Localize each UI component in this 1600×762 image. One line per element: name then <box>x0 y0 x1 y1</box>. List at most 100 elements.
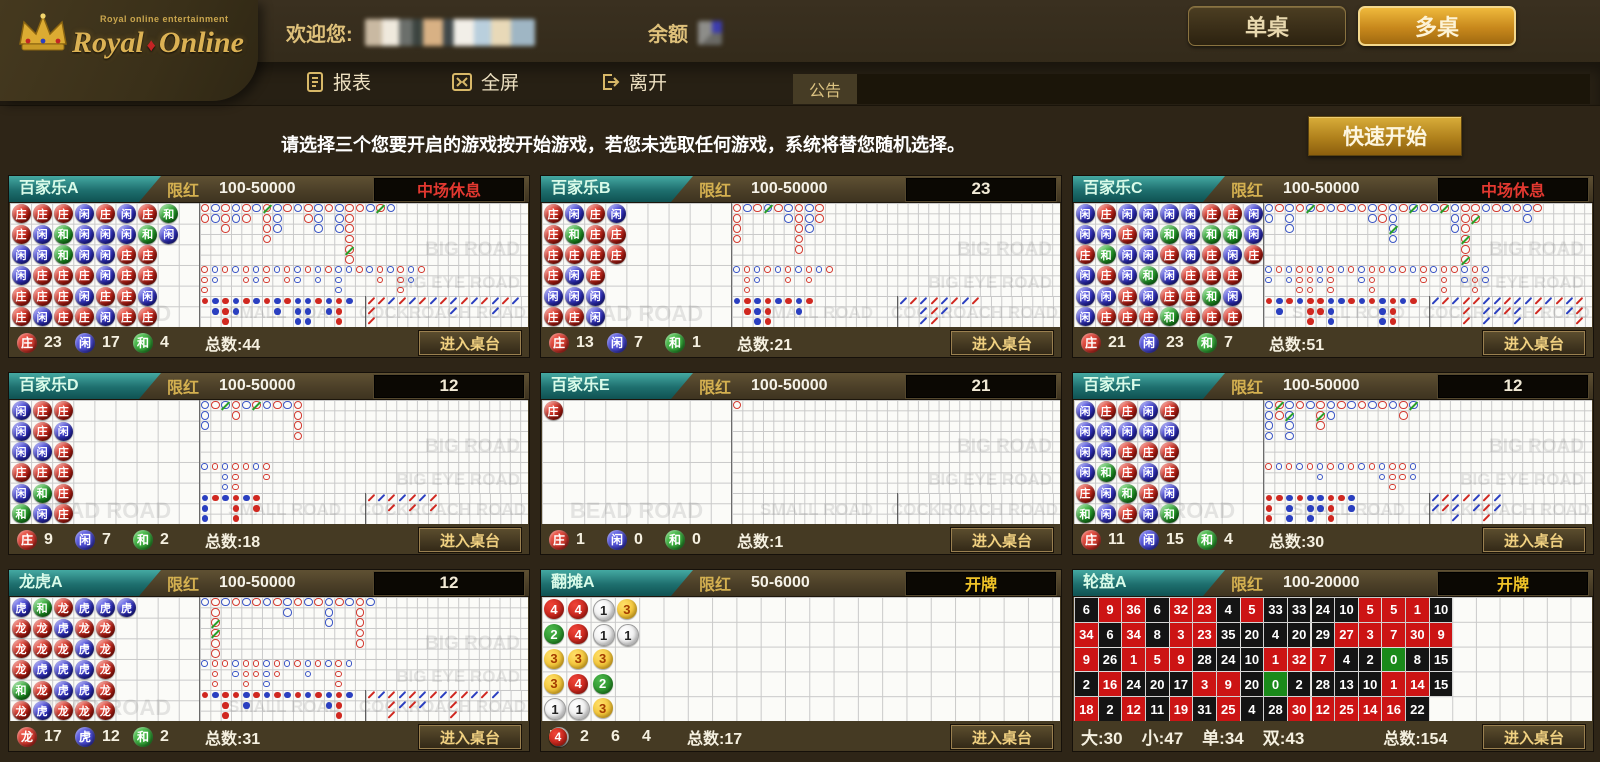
table-header: 百家乐B限红100-5000023 <box>541 176 1061 203</box>
menu-report[interactable]: 报表 <box>305 68 371 95</box>
big-road-mark <box>1275 411 1284 420</box>
big-eye-mark <box>1461 266 1468 273</box>
fantan-bead: 3 <box>593 698 613 718</box>
bead-b: 庄 <box>1202 307 1221 326</box>
big-road-mark <box>325 618 334 627</box>
cockroach-road-mark <box>419 691 426 698</box>
balance-label: 余额 <box>648 18 688 47</box>
bead-b: 庄 <box>12 287 31 306</box>
stat-count: 7 <box>1224 334 1248 352</box>
big-road-mark <box>1285 421 1294 430</box>
small-road-mark <box>1317 298 1323 304</box>
bead-p: 闲 <box>96 245 115 264</box>
big-eye-mark <box>263 277 270 284</box>
big-road-mark <box>211 598 220 607</box>
bead-b: 庄 <box>1181 307 1200 326</box>
table-card-baccarat-f[interactable]: 百家乐F限红100-5000012BEAD ROAD闲庄庄闲庄闲闲闲闲闲闲闲庄庄… <box>1072 372 1594 555</box>
stat-count: 15 <box>1166 531 1190 549</box>
enter-table-button[interactable]: 进入桌台 <box>419 331 521 355</box>
enter-table-button[interactable]: 进入桌台 <box>1483 725 1585 749</box>
roulette-number: 3 <box>1193 672 1216 696</box>
small-road-mark <box>1410 298 1416 304</box>
bead-p: 闲 <box>96 225 115 244</box>
big-eye-mark <box>1369 463 1376 470</box>
big-road-mark <box>242 204 251 213</box>
quick-start-button[interactable]: 快速开始 <box>1308 116 1462 156</box>
bead-b: 庄 <box>1160 442 1179 461</box>
big-road-mark <box>221 224 230 233</box>
enter-table-button[interactable]: 进入桌台 <box>419 725 521 749</box>
table-card-fantan-a[interactable]: 翻摊A限红50-6000开牌4413241133334211315223644总… <box>540 569 1062 752</box>
roulette-number: 9 <box>1430 623 1453 647</box>
roulette-number: 9 <box>1075 648 1098 672</box>
small-road-mark <box>222 712 228 718</box>
roulette-number: 6 <box>1075 598 1098 622</box>
enter-table-button[interactable]: 进入桌台 <box>951 725 1053 749</box>
bead-b: 龙 <box>12 639 31 658</box>
cockroach-road-mark <box>502 297 509 304</box>
derived-roads: BIG ROADBIG EYE ROADSMALL ROADCOCKROACH … <box>200 203 528 327</box>
small-road-mark <box>284 298 290 304</box>
small-road-mark <box>295 308 301 314</box>
bead-p: 闲 <box>1076 422 1095 441</box>
single-table-button[interactable]: 单桌 <box>1188 6 1346 46</box>
bead-b: 庄 <box>1097 307 1116 326</box>
table-card-dragon-tiger-a[interactable]: 龙虎A限红100-5000012BEAD ROAD虎和龙虎虎虎龙龙虎龙龙龙龙龙虎… <box>8 569 530 752</box>
big-road-mark <box>1513 204 1522 213</box>
cockroach-road-mark <box>930 318 937 325</box>
table-card-baccarat-a[interactable]: 百家乐A限红100-50000中场休息BEAD ROAD庄庄庄闲庄闲庄和庄闲和闲… <box>8 175 530 358</box>
menu-fullscreen[interactable]: 全屏 <box>451 68 519 95</box>
table-card-baccarat-d[interactable]: 百家乐D限红100-5000012BEAD ROAD闲庄庄闲庄闲闲闲庄庄庄庄闲和… <box>8 372 530 555</box>
big-road-mark <box>1389 214 1398 223</box>
roulette-number: 18 <box>1075 697 1098 721</box>
bead-b: 庄 <box>1160 287 1179 306</box>
big-road-mark <box>1265 421 1274 430</box>
table-card-roulette-a[interactable]: 轮盘A限红100-20000开牌693663223453333241055110… <box>1072 569 1594 752</box>
small-road-mark <box>1379 298 1385 304</box>
big-road-mark <box>201 598 210 607</box>
big-road-mark <box>795 204 804 213</box>
multi-table-button[interactable]: 多桌 <box>1358 6 1516 46</box>
big-road-mark <box>1285 204 1294 213</box>
enter-table-button[interactable]: 进入桌台 <box>419 528 521 552</box>
enter-table-button[interactable]: 进入桌台 <box>1483 528 1585 552</box>
big-road-mark <box>314 224 323 233</box>
big-road-mark <box>764 204 773 213</box>
roulette-number: 11 <box>1146 697 1169 721</box>
table-card-baccarat-e[interactable]: 百家乐E限红100-5000021BEAD ROAD庄BIG ROADBIG E… <box>540 372 1062 555</box>
roulette-number: 9 <box>1099 598 1122 622</box>
menu-leave[interactable]: 离开 <box>599 68 667 95</box>
big-road-mark <box>1285 432 1294 441</box>
bead-b: 庄 <box>1202 266 1221 285</box>
fantan-road: 44132411333342113 <box>542 597 1060 721</box>
enter-table-button[interactable]: 进入桌台 <box>1483 331 1585 355</box>
big-eye-mark <box>212 277 219 284</box>
bead-p: 虎 <box>33 701 52 720</box>
bead-t: 和 <box>1202 287 1221 306</box>
small-road-mark <box>775 298 781 304</box>
big-road-mark <box>345 214 354 223</box>
big-road-mark <box>1399 401 1408 410</box>
bead-p: 闲 <box>1139 401 1158 420</box>
table-card-baccarat-b[interactable]: 百家乐B限红100-5000023BEAD ROAD庄闲庄闲庄和庄庄庄庄庄庄庄闲… <box>540 175 1062 358</box>
table-header: 百家乐D限红100-5000012 <box>9 373 529 400</box>
small-road-mark <box>796 308 802 314</box>
tables-grid: 百家乐A限红100-50000中场休息BEAD ROAD庄庄庄闲庄闲庄和庄闲和闲… <box>8 175 1594 752</box>
enter-table-button[interactable]: 进入桌台 <box>951 528 1053 552</box>
roulette-number: 30 <box>1406 623 1429 647</box>
bead-b: 庄 <box>33 266 52 285</box>
big-road-mark <box>283 401 292 410</box>
cockroach-road-mark <box>1576 318 1583 325</box>
fantan-bead: 3 <box>568 649 588 669</box>
table-card-baccarat-c[interactable]: 百家乐C限红100-50000中场休息BEAD ROAD闲庄闲闲闲闲庄庄闲闲闲庄… <box>1072 175 1594 358</box>
roulette-number: 4 <box>1241 697 1264 721</box>
bead-p: 虎 <box>54 681 73 700</box>
small-road-mark <box>1307 515 1313 521</box>
roulette-number: 9 <box>1170 648 1193 672</box>
big-road-mark <box>325 608 334 617</box>
bead-p: 虎 <box>54 619 73 638</box>
big-eye-mark <box>243 681 250 688</box>
enter-table-button[interactable]: 进入桌台 <box>951 331 1053 355</box>
big-eye-mark <box>305 266 312 273</box>
small-road: SMALL ROAD <box>200 690 366 721</box>
